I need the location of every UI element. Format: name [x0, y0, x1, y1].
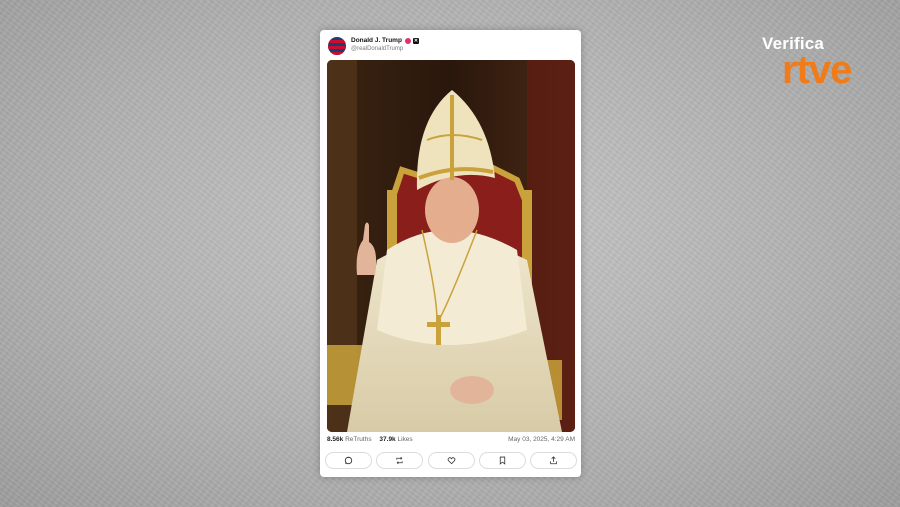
truth-social-post-card: Donald J. Trump ✕ @realDonaldTrump 8.56k… [320, 30, 581, 477]
post-header: Donald J. Trump ✕ @realDonaldTrump [328, 36, 573, 58]
author-name[interactable]: Donald J. Trump [351, 37, 402, 44]
reply-button[interactable] [325, 452, 372, 469]
post-timestamp[interactable]: May 03, 2025, 4:29 AM [508, 436, 575, 443]
logo-rtve-text: rtve [782, 48, 852, 92]
post-stats: 8.56k ReTruths 37.9k Likes May 03, 2025,… [327, 436, 575, 446]
retruth-icon [396, 456, 403, 465]
likes-label: Likes [397, 436, 413, 443]
bookmark-icon [499, 456, 505, 465]
retruths-count[interactable]: 8.56k [327, 436, 343, 443]
post-actions-bar [325, 452, 577, 470]
verifica-rtve-logo: Verifica rtve [760, 34, 880, 92]
share-button[interactable] [530, 452, 577, 469]
heart-icon [447, 457, 455, 465]
bookmark-button[interactable] [478, 452, 526, 469]
likes-count[interactable]: 37.9k [379, 436, 395, 443]
like-button[interactable] [427, 452, 475, 469]
share-icon [550, 456, 557, 465]
author-block: Donald J. Trump ✕ @realDonaldTrump [351, 37, 419, 52]
post-image[interactable] [327, 60, 575, 432]
platform-badge-icon: ✕ [412, 37, 419, 44]
reply-icon [344, 456, 353, 465]
retruth-button[interactable] [376, 452, 424, 469]
avatar[interactable] [328, 37, 346, 55]
pope-portrait-illustration [327, 60, 575, 432]
retruths-label: ReTruths [345, 436, 372, 443]
verified-badge-icon [404, 37, 411, 44]
author-handle[interactable]: @realDonaldTrump [351, 46, 419, 52]
